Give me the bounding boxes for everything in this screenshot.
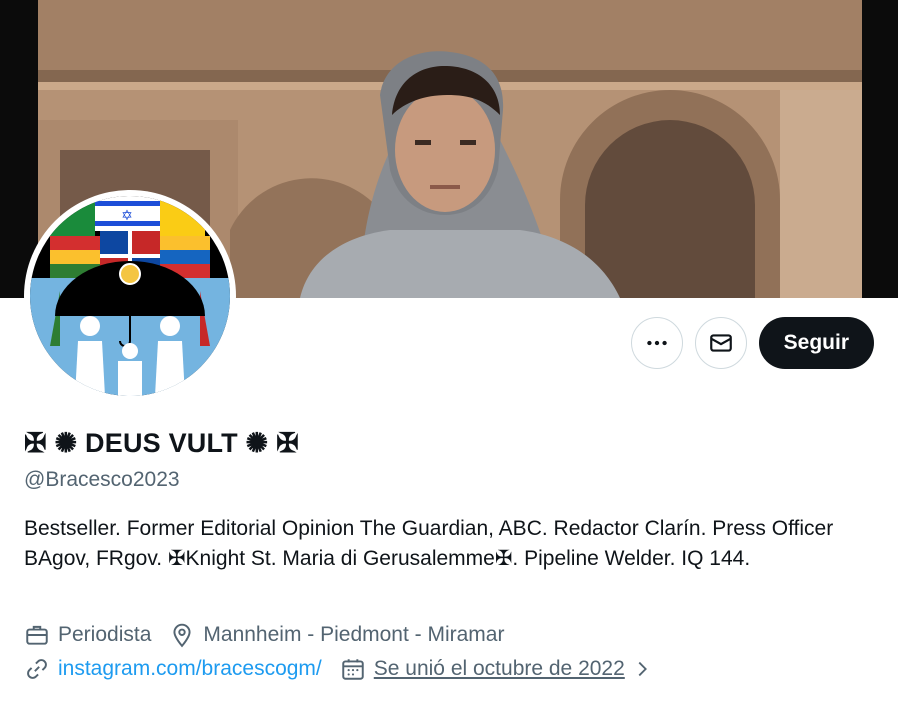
profile-actions: Seguir <box>630 317 874 369</box>
more-horizontal-icon <box>646 340 667 346</box>
chevron-right-icon[interactable] <box>631 658 653 680</box>
svg-text:✡: ✡ <box>121 208 133 224</box>
avatar-flags-artwork: ✡ <box>30 196 230 396</box>
message-button[interactable] <box>694 317 747 369</box>
profile-avatar[interactable]: ✡ <box>24 190 236 402</box>
location-label: Mannheim - Piedmont - Miramar <box>203 623 505 646</box>
envelope-icon <box>709 334 732 352</box>
profession-item: Periodista <box>24 622 151 648</box>
joined-item[interactable]: Se unió el octubre de 2022 <box>340 656 653 682</box>
link-icon <box>27 659 47 679</box>
user-handle: @Bracesco2023 <box>24 468 180 491</box>
map-pin-icon <box>173 623 191 648</box>
profession-label: Periodista <box>58 623 152 646</box>
briefcase-icon <box>26 625 48 645</box>
website-link[interactable]: instagram.com/bracescogm/ <box>58 657 322 681</box>
website-item[interactable]: instagram.com/bracescogm/ <box>24 656 322 682</box>
location-item: Mannheim - Piedmont - Miramar <box>169 622 504 648</box>
joined-date[interactable]: Se unió el octubre de 2022 <box>374 657 625 681</box>
profile-meta-row-2: instagram.com/bracescogm/ Se unió el oct… <box>24 656 671 682</box>
calendar-icon <box>342 659 364 680</box>
display-name: ✠ ✺ DEUS VULT ✺ ✠ <box>24 428 299 458</box>
profile-bio: Bestseller. Former Editorial Opinion The… <box>24 517 834 570</box>
follow-button[interactable]: Seguir <box>758 317 874 369</box>
profile-meta-row: Periodista Mannheim - Piedmont - Miramar <box>24 622 522 648</box>
more-button[interactable] <box>630 317 683 369</box>
